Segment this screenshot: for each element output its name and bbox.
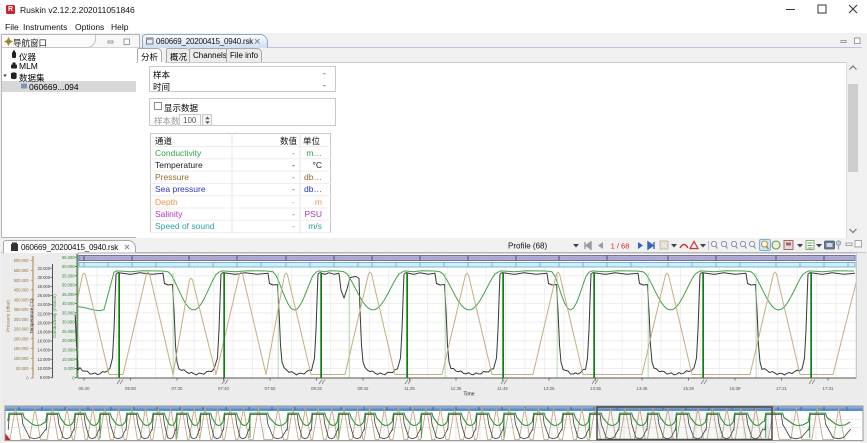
svg-text:Time: Time — [463, 392, 474, 398]
svg-text:10.000: 10.000 — [62, 357, 75, 362]
svg-text:07:30: 07:30 — [172, 386, 184, 391]
svg-text:150.000: 150.000 — [14, 346, 30, 351]
svg-text:Conductivity (mS/cm): Conductivity (mS/cm) — [52, 294, 57, 338]
svg-text:35.000: 35.000 — [62, 310, 75, 315]
svg-text:300.000: 300.000 — [14, 317, 30, 322]
svg-text:32.000: 32.000 — [37, 266, 50, 271]
svg-text:22.000: 22.000 — [37, 311, 50, 316]
svg-text:600.000: 600.000 — [14, 258, 30, 263]
svg-text:16.000: 16.000 — [37, 339, 50, 344]
svg-text:17:21: 17:21 — [776, 386, 788, 391]
svg-text:05:40: 05:40 — [79, 386, 91, 391]
svg-text:350.000: 350.000 — [14, 307, 30, 312]
svg-text:20.000: 20.000 — [62, 338, 75, 343]
svg-text:30.000: 30.000 — [62, 320, 75, 325]
svg-text:0: 0 — [72, 375, 75, 380]
svg-text:15.000: 15.000 — [62, 348, 75, 353]
svg-text:09:32: 09:32 — [311, 386, 323, 391]
svg-text:11:25: 11:25 — [404, 386, 415, 391]
svg-text:200.000: 200.000 — [14, 336, 30, 341]
svg-text:13:26: 13:26 — [544, 386, 556, 391]
svg-text:5.000: 5.000 — [64, 366, 75, 371]
svg-text:13:46: 13:46 — [637, 386, 649, 391]
svg-text:20.000: 20.000 — [37, 320, 50, 325]
svg-text:18.000: 18.000 — [37, 330, 50, 335]
svg-text:15:39: 15:39 — [730, 386, 742, 391]
svg-text:25.000: 25.000 — [62, 329, 75, 334]
svg-text:8.000: 8.000 — [40, 375, 51, 380]
svg-text:17:31: 17:31 — [823, 386, 835, 391]
svg-text:65.000: 65.000 — [62, 255, 75, 260]
svg-text:50.000: 50.000 — [62, 283, 75, 288]
svg-text:05:50: 05:50 — [125, 386, 137, 391]
svg-text:45.000: 45.000 — [62, 292, 75, 297]
svg-text:12.000: 12.000 — [37, 357, 50, 362]
svg-text:400.000: 400.000 — [14, 297, 30, 302]
svg-text:14.000: 14.000 — [37, 348, 50, 353]
svg-text:Temperature (°C): Temperature (°C) — [29, 298, 34, 334]
svg-text:40.000: 40.000 — [62, 301, 75, 306]
svg-text:100.000: 100.000 — [14, 356, 30, 361]
svg-text:55.000: 55.000 — [62, 273, 75, 278]
svg-text:500.000: 500.000 — [14, 278, 30, 283]
svg-text:250.000: 250.000 — [14, 327, 30, 332]
svg-text:09:42: 09:42 — [358, 386, 370, 391]
svg-text:60.000: 60.000 — [62, 264, 75, 269]
svg-text:11:45: 11:45 — [497, 386, 508, 391]
svg-text:Pressure (dbar): Pressure (dbar) — [6, 300, 11, 332]
svg-text:26.000: 26.000 — [37, 293, 50, 298]
svg-text:28.000: 28.000 — [37, 284, 50, 289]
svg-text:07:40: 07:40 — [218, 386, 230, 391]
svg-text:0: 0 — [26, 376, 29, 381]
svg-text:50.000: 50.000 — [16, 366, 29, 371]
svg-text:13:36: 13:36 — [590, 386, 602, 391]
svg-text:24.000: 24.000 — [37, 302, 50, 307]
svg-text:450.000: 450.000 — [14, 288, 30, 293]
svg-text:11:35: 11:35 — [451, 386, 462, 391]
svg-text:550.000: 550.000 — [14, 268, 30, 273]
svg-text:15:29: 15:29 — [683, 386, 695, 391]
svg-text:07:50: 07:50 — [265, 386, 277, 391]
svg-text:10.000: 10.000 — [37, 366, 50, 371]
svg-text:30.000: 30.000 — [37, 275, 50, 280]
